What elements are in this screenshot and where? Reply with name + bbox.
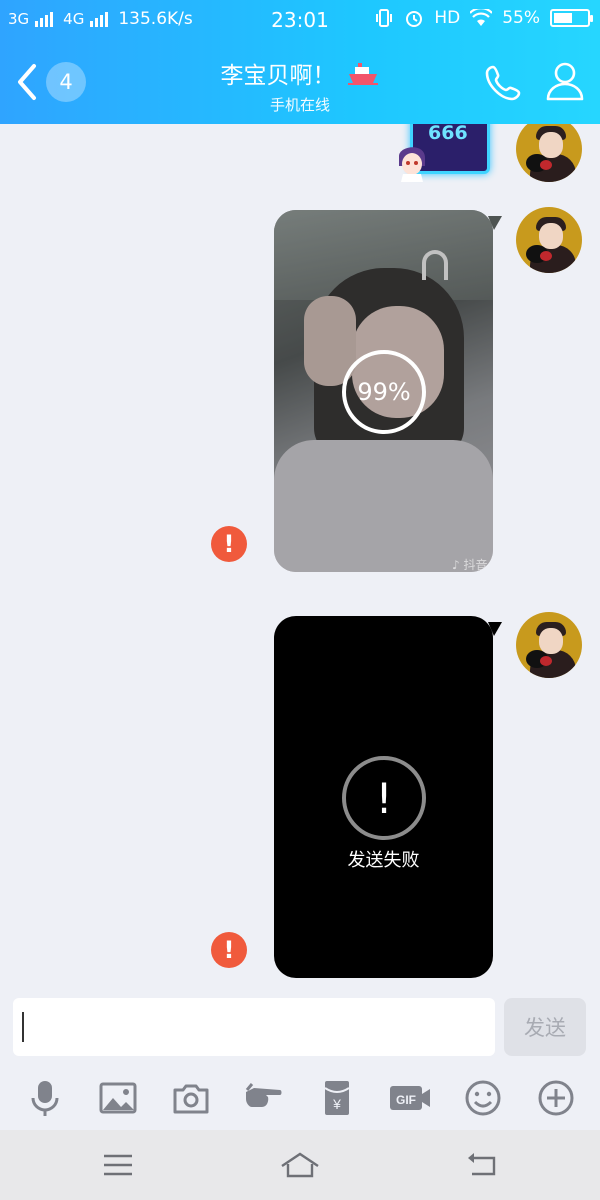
photo-button[interactable] <box>96 1076 140 1120</box>
battery-icon <box>550 9 593 27</box>
bubble-tail <box>488 622 502 636</box>
video-watermark: ♪ 抖音 <box>452 558 488 572</box>
profile-button[interactable] <box>545 60 585 102</box>
chat-header: 3G 4G 135.6K/s 23:01 HD 55% 4 李宝贝啊！ 手机在线 <box>0 0 600 124</box>
camera-icon <box>173 1084 208 1114</box>
red-packet-button[interactable]: ¥ <box>315 1076 359 1120</box>
phone-icon <box>485 65 521 101</box>
back-nav-icon[interactable] <box>464 1150 504 1180</box>
ship-icon <box>347 63 378 85</box>
avatar[interactable] <box>516 207 582 273</box>
alarm-icon <box>406 11 423 27</box>
text-caret <box>22 1012 24 1042</box>
composer: 发送 ¥ GIF <box>0 990 600 1130</box>
message-input[interactable] <box>13 998 495 1056</box>
menu-icon[interactable] <box>98 1150 138 1180</box>
bubble-tail <box>488 216 502 230</box>
poke-button[interactable] <box>242 1076 286 1120</box>
poke-icon <box>245 1083 281 1107</box>
upload-progress: 99% <box>342 350 426 434</box>
wifi-icon <box>470 9 493 26</box>
chevron-left-icon <box>18 64 36 100</box>
send-failed-text: 发送失败 <box>347 850 420 871</box>
send-error-icon[interactable]: ! <box>211 932 247 968</box>
video-message-failed[interactable]: ! 发送失败 <box>274 616 493 978</box>
call-button[interactable] <box>484 62 524 102</box>
emoji-button[interactable] <box>461 1076 505 1120</box>
home-icon[interactable] <box>280 1150 320 1180</box>
gif-label: GIF <box>396 1093 416 1107</box>
gif-icon: GIF <box>389 1086 430 1110</box>
battery-percent: 55% <box>502 8 540 28</box>
message-list[interactable]: 666 99% ♪ 抖音 ! ! 发送失败 ! <box>0 124 600 990</box>
contact-status: 手机在线 <box>269 96 330 114</box>
person-icon <box>546 62 584 101</box>
contact-info[interactable]: 李宝贝啊！ 手机在线 <box>150 56 450 115</box>
exclamation-icon: ! <box>342 756 426 840</box>
plus-icon <box>538 1080 573 1116</box>
red-packet-icon: ¥ <box>323 1081 350 1115</box>
mic-icon <box>31 1081 58 1116</box>
contact-name: 李宝贝啊！ <box>220 63 336 89</box>
unread-badge: 4 <box>46 62 86 102</box>
status-bar: 3G 4G 135.6K/s 23:01 HD 55% <box>0 0 600 40</box>
vibrate-icon <box>376 9 393 27</box>
sticker-message[interactable]: 666 <box>395 124 515 184</box>
emoji-icon <box>465 1080 500 1116</box>
sticker-text: 666 <box>428 124 468 144</box>
send-error-icon[interactable]: ! <box>211 526 247 562</box>
hd-indicator: HD <box>434 8 461 28</box>
image-icon <box>99 1082 136 1114</box>
yen-symbol: ¥ <box>332 1096 341 1112</box>
anime-girl-sticker-icon <box>399 147 425 182</box>
camera-button[interactable] <box>169 1076 213 1120</box>
video-message-uploading[interactable]: 99% ♪ 抖音 <box>274 210 493 572</box>
back-button[interactable]: 4 <box>12 60 87 104</box>
avatar[interactable] <box>516 124 582 182</box>
system-nav-bar <box>0 1130 600 1200</box>
gif-button[interactable]: GIF <box>388 1076 432 1120</box>
send-button[interactable]: 发送 <box>504 998 586 1056</box>
composer-toolbar: ¥ GIF <box>0 1076 600 1120</box>
voice-button[interactable] <box>23 1076 67 1120</box>
more-button[interactable] <box>534 1076 578 1120</box>
avatar[interactable] <box>516 612 582 678</box>
